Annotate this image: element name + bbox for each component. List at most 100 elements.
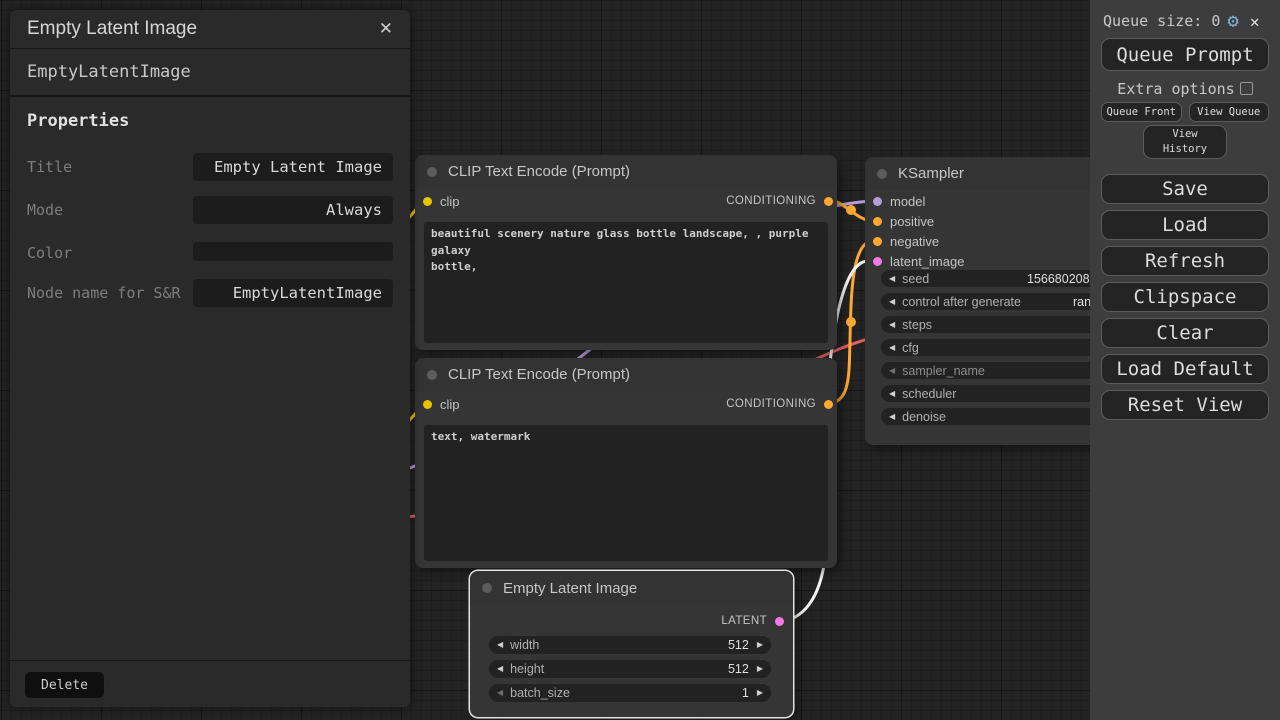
node-title: CLIP Text Encode (Prompt): [448, 366, 630, 383]
extra-options-label: Extra options: [1117, 80, 1234, 98]
slot-row: model: [865, 191, 1065, 211]
collapse-dot-icon[interactable]: [877, 169, 887, 179]
title-field-input[interactable]: Empty Latent Image: [193, 153, 393, 181]
model-input-label: model: [890, 194, 925, 209]
positive-prompt-textarea[interactable]: beautiful scenery nature glass bottle la…: [424, 222, 828, 343]
widget-label: steps: [902, 318, 932, 332]
node-type-name: EmptyLatentImage: [10, 49, 410, 97]
node-properties-panel: Empty Latent Image ✕ EmptyLatentImage Pr…: [10, 10, 410, 707]
model-input-dot[interactable]: [873, 197, 882, 206]
clip-input-dot[interactable]: [423, 197, 432, 206]
title-field-label: Title: [27, 153, 187, 178]
node-title-bar[interactable]: Empty Latent Image: [470, 571, 793, 605]
queue-front-button[interactable]: Queue Front: [1101, 102, 1182, 122]
decrement-arrow-icon[interactable]: ◀: [889, 390, 895, 398]
node-empty-latent-image[interactable]: Empty Latent Image LATENT ◀ width 512 ▶ …: [470, 571, 793, 717]
slot-row: negative: [865, 231, 1065, 251]
link-midpoint-dot: [846, 317, 856, 327]
conditioning-output-label: CONDITIONING: [726, 195, 816, 207]
conditioning-output-dot[interactable]: [824, 197, 833, 206]
view-history-button[interactable]: View History: [1143, 125, 1227, 159]
clipspace-button[interactable]: Clipspace: [1101, 282, 1269, 312]
widget-label: scheduler: [902, 387, 956, 401]
slot-row: positive: [865, 211, 1065, 231]
view-queue-button[interactable]: View Queue: [1189, 102, 1270, 122]
clip-input-dot[interactable]: [423, 400, 432, 409]
positive-input-dot[interactable]: [873, 217, 882, 226]
queue-prompt-button[interactable]: Queue Prompt: [1101, 38, 1269, 71]
widget-label: batch_size: [510, 686, 570, 700]
mode-field-input[interactable]: Always: [193, 196, 393, 224]
batch-size-widget[interactable]: ◀ batch_size 1 ▶: [489, 684, 771, 702]
close-icon[interactable]: ✕: [1250, 12, 1260, 31]
latent-output-label: LATENT: [721, 615, 767, 627]
width-widget[interactable]: ◀ width 512 ▶: [489, 636, 771, 654]
increment-arrow-icon[interactable]: ▶: [757, 665, 763, 673]
widget-label: denoise: [902, 410, 946, 424]
node-title-bar[interactable]: CLIP Text Encode (Prompt): [415, 155, 837, 188]
conditioning-output-label: CONDITIONING: [726, 398, 816, 410]
node-title: Empty Latent Image: [503, 580, 637, 597]
latent-output-slot: LATENT: [721, 615, 784, 627]
widget-label: height: [510, 662, 544, 676]
color-field-input[interactable]: [193, 242, 393, 261]
positive-input-label: positive: [890, 214, 934, 229]
decrement-arrow-icon[interactable]: ◀: [497, 641, 503, 649]
load-button[interactable]: Load: [1101, 210, 1269, 240]
node-title-bar[interactable]: CLIP Text Encode (Prompt): [415, 358, 837, 391]
negative-input-label: negative: [890, 234, 939, 249]
queue-size-label: Queue size: 0: [1103, 12, 1220, 30]
mode-field-label: Mode: [27, 196, 187, 221]
clip-input-label: clip: [440, 397, 460, 412]
close-icon[interactable]: ✕: [379, 19, 393, 39]
save-button[interactable]: Save: [1101, 174, 1269, 204]
color-field-label: Color: [27, 239, 187, 264]
widget-value: 512: [728, 662, 749, 676]
panel-title: Empty Latent Image: [27, 18, 197, 40]
node-title: CLIP Text Encode (Prompt): [448, 163, 630, 180]
node-clip-text-encode-negative[interactable]: CLIP Text Encode (Prompt) clip CONDITION…: [415, 358, 837, 568]
increment-arrow-icon[interactable]: ▶: [757, 689, 763, 697]
decrement-arrow-icon[interactable]: ◀: [889, 344, 895, 352]
extra-options-checkbox[interactable]: [1240, 82, 1253, 95]
widget-value: 1566802087: [1027, 272, 1097, 286]
decrement-arrow-icon[interactable]: ◀: [497, 689, 503, 697]
latent-image-input-dot[interactable]: [873, 257, 882, 266]
collapse-dot-icon[interactable]: [427, 370, 437, 380]
slot-row: clip CONDITIONING: [415, 188, 837, 214]
gear-icon[interactable]: ⚙: [1227, 10, 1238, 32]
node-name-field-input[interactable]: EmptyLatentImage: [193, 279, 393, 307]
conditioning-output-dot[interactable]: [824, 400, 833, 409]
clip-input-label: clip: [440, 194, 460, 209]
load-default-button[interactable]: Load Default: [1101, 354, 1269, 384]
negative-prompt-textarea[interactable]: text, watermark: [424, 425, 828, 561]
height-widget[interactable]: ◀ height 512 ▶: [489, 660, 771, 678]
link-midpoint-dot: [846, 205, 856, 215]
properties-section-heading: Properties: [27, 111, 393, 131]
decrement-arrow-icon[interactable]: ◀: [889, 367, 895, 375]
latent-output-dot[interactable]: [775, 617, 784, 626]
slot-row: latent_image: [865, 251, 1065, 271]
comfyui-canvas[interactable]: CLIP Text Encode (Prompt) clip CONDITION…: [0, 0, 1280, 720]
refresh-button[interactable]: Refresh: [1101, 246, 1269, 276]
node-title: KSampler: [898, 165, 964, 182]
widget-value: 1: [742, 686, 749, 700]
comfy-menu: Queue size: 0 ⚙ ✕ Queue Prompt Extra opt…: [1090, 0, 1280, 720]
decrement-arrow-icon[interactable]: ◀: [497, 665, 503, 673]
collapse-dot-icon[interactable]: [482, 583, 492, 593]
decrement-arrow-icon[interactable]: ◀: [889, 298, 895, 306]
delete-node-button[interactable]: Delete: [24, 671, 105, 699]
node-clip-text-encode-positive[interactable]: CLIP Text Encode (Prompt) clip CONDITION…: [415, 155, 837, 350]
widget-label: seed: [902, 272, 929, 286]
clear-button[interactable]: Clear: [1101, 318, 1269, 348]
widget-label: cfg: [902, 341, 919, 355]
decrement-arrow-icon[interactable]: ◀: [889, 413, 895, 421]
collapse-dot-icon[interactable]: [427, 167, 437, 177]
widget-label: control after generate: [902, 295, 1021, 309]
decrement-arrow-icon[interactable]: ◀: [889, 321, 895, 329]
decrement-arrow-icon[interactable]: ◀: [889, 275, 895, 283]
reset-view-button[interactable]: Reset View: [1101, 390, 1269, 420]
widget-label: sampler_name: [902, 364, 985, 378]
increment-arrow-icon[interactable]: ▶: [757, 641, 763, 649]
negative-input-dot[interactable]: [873, 237, 882, 246]
